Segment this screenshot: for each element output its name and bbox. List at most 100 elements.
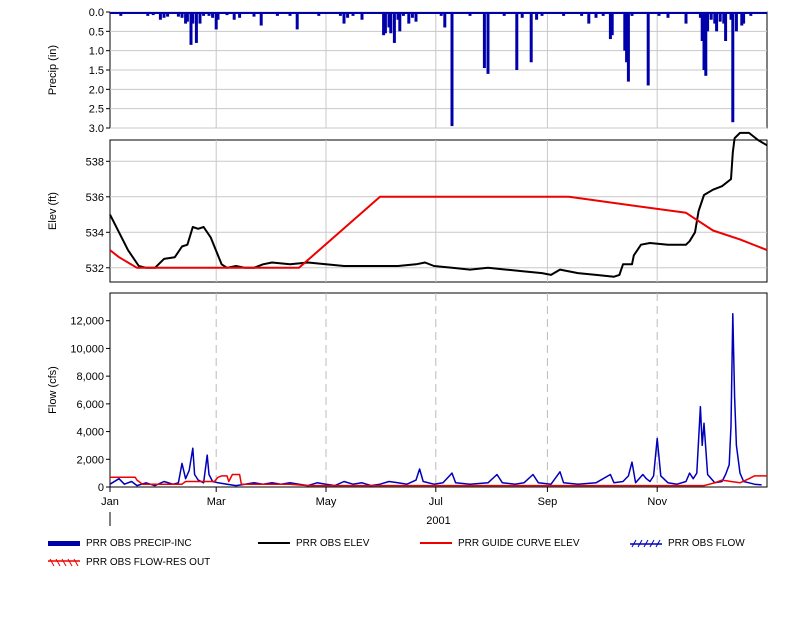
precip-bar: [407, 12, 411, 24]
precip-bar: [423, 12, 427, 14]
legend-item-elev[interactable]: PRR OBS ELEV: [258, 535, 369, 551]
precip-bar: [259, 12, 263, 26]
precip-bar: [279, 12, 283, 14]
flow-ylabel: Flow (cfs): [47, 366, 59, 414]
legend-label-guide: PRR GUIDE CURVE ELEV: [458, 537, 580, 549]
precip-ytick-label: 0.5: [89, 26, 104, 38]
x-tick-label: Mar: [207, 496, 226, 508]
precip-bar: [709, 12, 713, 20]
precip-bar: [529, 12, 533, 63]
x-tick-label: Jul: [429, 496, 443, 508]
legend-item-guide[interactable]: PRR GUIDE CURVE ELEV: [420, 535, 580, 551]
precip-bar: [617, 12, 621, 14]
precip-bar: [673, 12, 677, 14]
precip-bar: [473, 12, 477, 14]
precip-bar: [166, 12, 170, 17]
precip-bar: [450, 12, 454, 127]
precip-bar: [414, 12, 418, 22]
legend-swatch-elev: [258, 538, 290, 548]
precip-bar: [146, 12, 150, 16]
precip-bar: [158, 12, 162, 20]
flow-ytick-label: 2,000: [76, 454, 104, 466]
precip-bar: [635, 12, 639, 14]
legend-swatch-resout: [48, 557, 80, 567]
precip-bar: [554, 12, 558, 14]
year-label: 2001: [426, 515, 450, 527]
precip-bar: [443, 12, 447, 28]
precip-bar: [288, 12, 292, 16]
precip-bar: [630, 12, 634, 16]
precip-bar: [275, 12, 279, 16]
precip-bar: [176, 12, 180, 17]
precip-bar: [749, 12, 753, 16]
precip-bar: [734, 12, 738, 32]
flow-panel: 0 2,000 4,000 6,000 8,000 10,000 12,000 Flow (c…: [47, 292, 768, 494]
precip-bar: [355, 12, 359, 14]
precip-bar: [486, 12, 490, 74]
precip-bar: [626, 12, 630, 82]
precip-bar: [724, 12, 728, 41]
precip-ylabel: Precip (in): [47, 45, 59, 95]
precip-bar: [572, 12, 576, 14]
precip-bar: [238, 12, 242, 18]
precip-bar: [540, 12, 544, 16]
precip-bar: [646, 12, 650, 86]
legend: PRR OBS PRECIP-INC PRR OBS ELEV PRR GUID…: [0, 535, 800, 575]
precip-bar: [482, 12, 486, 69]
elev-ytick-label: 532: [86, 263, 104, 275]
precip-bar: [360, 12, 364, 20]
precip-bar: [652, 12, 656, 14]
flow-ytick-label: 0: [98, 482, 104, 494]
legend-item-flow[interactable]: PRR OBS FLOW: [630, 535, 745, 551]
legend-label-elev: PRR OBS ELEV: [296, 537, 370, 549]
precip-bar: [610, 12, 614, 36]
precip-bar: [346, 12, 350, 18]
precip-bar: [403, 12, 407, 14]
precip-bar: [133, 12, 137, 14]
legend-label-precip: PRR OBS PRECIP-INC: [86, 537, 192, 549]
precip-bar: [369, 12, 373, 14]
precip-bar: [515, 12, 519, 70]
precip-bar: [410, 12, 414, 18]
precip-bar: [432, 12, 436, 14]
flow-ytick-label: 6,000: [76, 399, 104, 411]
precip-bar: [389, 12, 393, 34]
elevation-panel: 532 534 536 538 Elev (ft): [47, 131, 768, 283]
precip-bar: [580, 12, 584, 16]
precip-bar: [468, 12, 472, 16]
precip-bar: [459, 12, 463, 14]
precip-bar: [342, 12, 346, 24]
precip-bar: [232, 12, 236, 20]
flow-ytick-label: 4,000: [76, 427, 104, 439]
precip-bar: [742, 12, 746, 24]
legend-label-resout: PRR OBS FLOW-RES OUT: [86, 556, 211, 568]
precip-bar: [666, 12, 670, 18]
legend-item-resout[interactable]: PRR OBS FLOW-RES OUT: [48, 554, 210, 570]
precip-bar: [155, 12, 159, 14]
precip-bar: [398, 12, 402, 32]
precip-bar: [594, 12, 598, 18]
precip-bar: [446, 12, 450, 14]
precip-bar: [180, 12, 184, 18]
precip-ytick-label: 1.5: [89, 65, 104, 77]
precip-bar: [225, 12, 229, 16]
precip-bar: [351, 12, 355, 16]
legend-swatch-flow: [630, 538, 662, 548]
precip-bar: [194, 12, 198, 43]
precip-bar: [113, 12, 117, 14]
legend-item-precip[interactable]: PRR OBS PRECIP-INC: [48, 535, 192, 551]
precip-bar: [718, 12, 722, 22]
precip-bar: [252, 12, 256, 17]
precip-bar: [439, 12, 443, 16]
legend-swatch-guide: [420, 538, 452, 548]
precip-bar: [383, 12, 387, 34]
precip-ytick-label: 2.0: [89, 84, 104, 96]
hydrograph-chart: 0.00.51.01.52.02.53.0Precip (in) 5325345…: [47, 7, 768, 527]
legend-label-flow: PRR OBS FLOW: [668, 537, 745, 549]
x-tick-label: Jan: [101, 496, 119, 508]
flow-plot-frame: [109, 292, 768, 488]
precip-bar: [119, 12, 123, 16]
precip-ytick-label: 0.0: [89, 7, 104, 19]
precip-bar: [374, 12, 378, 14]
precip-bar: [641, 12, 645, 14]
